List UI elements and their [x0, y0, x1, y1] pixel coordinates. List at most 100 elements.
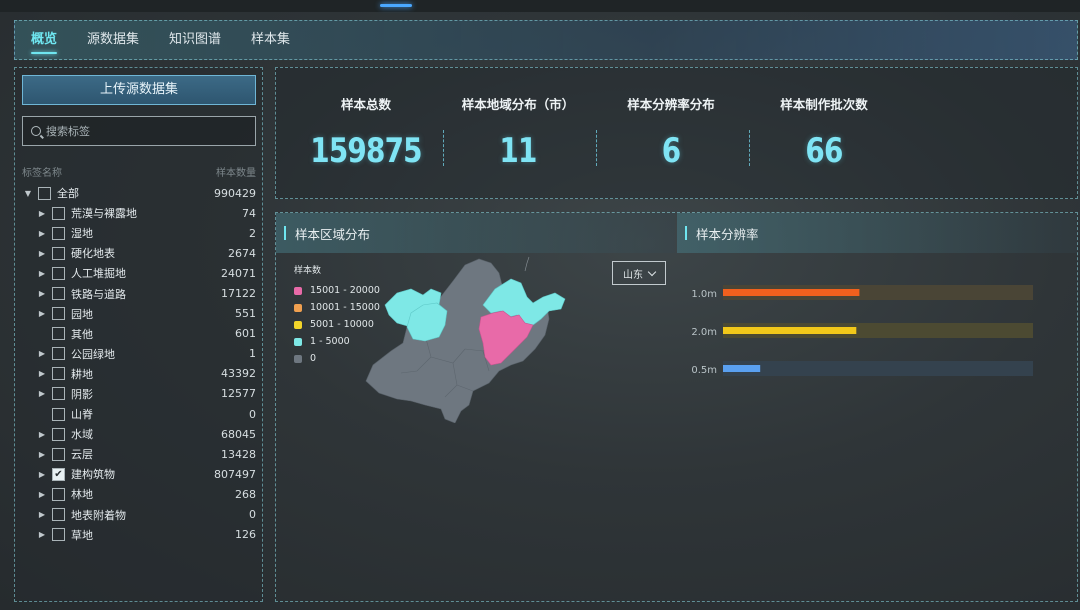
tag-checkbox[interactable]: ✔: [52, 467, 65, 481]
legend-swatch: [294, 286, 302, 295]
tag-tree-item[interactable]: ▶ 林地 268: [22, 484, 256, 504]
caret-right-icon[interactable]: ▶: [36, 490, 48, 499]
caret-right-icon[interactable]: ▶: [36, 470, 48, 479]
tag-checkbox[interactable]: [52, 528, 65, 542]
bar-track: [723, 361, 1033, 376]
tag-checkbox[interactable]: [52, 307, 65, 321]
tag-tree-item[interactable]: 山脊 0: [22, 404, 256, 424]
tag-checkbox[interactable]: [52, 287, 65, 301]
upload-dataset-button[interactable]: 上传源数据集: [22, 75, 256, 105]
tag-checkbox[interactable]: [52, 327, 65, 341]
legend-label: 0: [310, 353, 317, 364]
search-box[interactable]: [22, 116, 256, 146]
tag-checkbox[interactable]: [52, 226, 65, 240]
tag-checkbox[interactable]: [52, 508, 65, 522]
caret-down-icon[interactable]: ▼: [22, 189, 34, 198]
tag-tree-item[interactable]: ▼ 全部 990429: [22, 183, 256, 203]
tag-checkbox[interactable]: [38, 186, 51, 200]
tag-label: 草地: [71, 528, 93, 542]
resolution-panel: 样本分辨率 1.0m 2.0m 0.5m: [677, 212, 1078, 602]
tab-1[interactable]: 源数据集: [87, 20, 139, 60]
resolution-panel-title: 样本分辨率: [696, 226, 759, 242]
tag-label: 地表附着物: [71, 508, 126, 522]
tag-tree-item[interactable]: ▶ 云层 13428: [22, 444, 256, 464]
tag-label: 人工堆掘地: [71, 267, 126, 281]
tag-checkbox[interactable]: [52, 246, 65, 260]
tag-checkbox[interactable]: [52, 447, 65, 461]
tag-checkbox[interactable]: [52, 266, 65, 280]
tag-checkbox[interactable]: [52, 407, 65, 421]
tag-count: 551: [235, 307, 256, 321]
tag-count: 17122: [221, 287, 256, 301]
search-icon: [31, 126, 41, 136]
tag-checkbox[interactable]: [52, 347, 65, 361]
tag-tree-item[interactable]: ▶ 水域 68045: [22, 424, 256, 444]
tag-count: 126: [235, 528, 256, 542]
tag-tree-item[interactable]: ▶ 荒漠与裸露地 74: [22, 203, 256, 223]
tag-count: 68045: [221, 427, 256, 441]
tag-count: 601: [235, 327, 256, 341]
tag-tree-item[interactable]: ▶ 铁路与道路 17122: [22, 283, 256, 303]
tag-tree-item[interactable]: ▶ 公园绿地 1: [22, 344, 256, 364]
tag-tree-item[interactable]: ▶ 耕地 43392: [22, 364, 256, 384]
tag-checkbox[interactable]: [52, 206, 65, 220]
bar-2.0m[interactable]: [723, 327, 857, 334]
tag-checkbox[interactable]: [52, 387, 65, 401]
caret-right-icon[interactable]: ▶: [36, 530, 48, 539]
caret-right-icon[interactable]: ▶: [36, 369, 48, 378]
caret-right-icon[interactable]: ▶: [36, 269, 48, 278]
tag-tree-item[interactable]: ▶ 湿地 2: [22, 223, 256, 243]
tag-tree-item[interactable]: ▶ 地表附着物 0: [22, 505, 256, 525]
legend-swatch: [294, 303, 302, 312]
stat-title: 样本地域分布（市）: [461, 97, 575, 112]
caret-right-icon[interactable]: ▶: [36, 430, 48, 439]
shandong-map[interactable]: [361, 253, 601, 423]
tag-label: 硬化地表: [71, 247, 115, 261]
caret-right-icon[interactable]: ▶: [36, 289, 48, 298]
tag-label: 云层: [71, 448, 93, 462]
caret-right-icon[interactable]: ▶: [36, 389, 48, 398]
tag-tree-item[interactable]: ▶ ✔ 建构筑物 807497: [22, 464, 256, 484]
province-select[interactable]: 山东: [612, 261, 666, 285]
tag-checkbox[interactable]: [52, 427, 65, 441]
tag-count: 0: [249, 508, 256, 522]
tab-2[interactable]: 知识图谱: [169, 20, 221, 60]
tag-tree: ▼ 全部 990429 ▶ 荒漠与裸露地 74 ▶ 湿地 2 ▶ 硬化地表 2674 ▶ 人工堆掘地 240…: [22, 183, 256, 545]
map-island: [524, 256, 530, 272]
tag-label: 山脊: [71, 408, 93, 422]
tab-3[interactable]: 样本集: [251, 20, 290, 60]
header-accent: [685, 226, 687, 240]
caret-right-icon[interactable]: ▶: [36, 349, 48, 358]
stat-title: 样本分辨率分布: [627, 97, 715, 112]
tag-tree-item[interactable]: ▶ 园地 551: [22, 304, 256, 324]
tag-list-header: 标签名称 样本数量: [22, 164, 256, 179]
window-top-strip: [0, 0, 1080, 12]
caret-right-icon[interactable]: ▶: [36, 309, 48, 318]
tag-label: 建构筑物: [71, 468, 115, 482]
bar-category-label: 2.0m: [691, 327, 717, 338]
tab-0[interactable]: 概览: [31, 20, 58, 60]
tag-tree-item[interactable]: 其他 601: [22, 324, 256, 344]
bar-0.5m[interactable]: [723, 365, 761, 372]
tag-tree-item[interactable]: ▶ 硬化地表 2674: [22, 243, 256, 263]
caret-right-icon[interactable]: ▶: [36, 209, 48, 218]
stat-value: 159875: [310, 131, 422, 171]
stat-card: 样本制作批次数 66: [749, 94, 899, 171]
caret-right-icon[interactable]: ▶: [36, 510, 48, 519]
search-input[interactable]: [46, 124, 236, 138]
tag-checkbox[interactable]: [52, 367, 65, 381]
caret-right-icon[interactable]: ▶: [36, 249, 48, 258]
tag-tree-item[interactable]: ▶ 阴影 12577: [22, 384, 256, 404]
legend-label: 1 - 5000: [310, 336, 350, 347]
stat-title: 样本总数: [340, 97, 391, 112]
caret-right-icon[interactable]: ▶: [36, 450, 48, 459]
tag-tree-item[interactable]: ▶ 草地 126: [22, 525, 256, 545]
legend-swatch: [294, 337, 302, 346]
tag-tree-item[interactable]: ▶ 人工堆掘地 24071: [22, 263, 256, 283]
caret-right-icon[interactable]: ▶: [36, 229, 48, 238]
tag-checkbox[interactable]: [52, 487, 65, 501]
region-panel-header: 样本区域分布: [276, 213, 675, 253]
bar-1.0m[interactable]: [723, 289, 860, 296]
tag-label: 公园绿地: [71, 347, 115, 361]
stats-panel: 样本总数 159875 样本地域分布（市） 11 样本分辨率分布 6 样本制作批次数 66: [275, 67, 1078, 199]
